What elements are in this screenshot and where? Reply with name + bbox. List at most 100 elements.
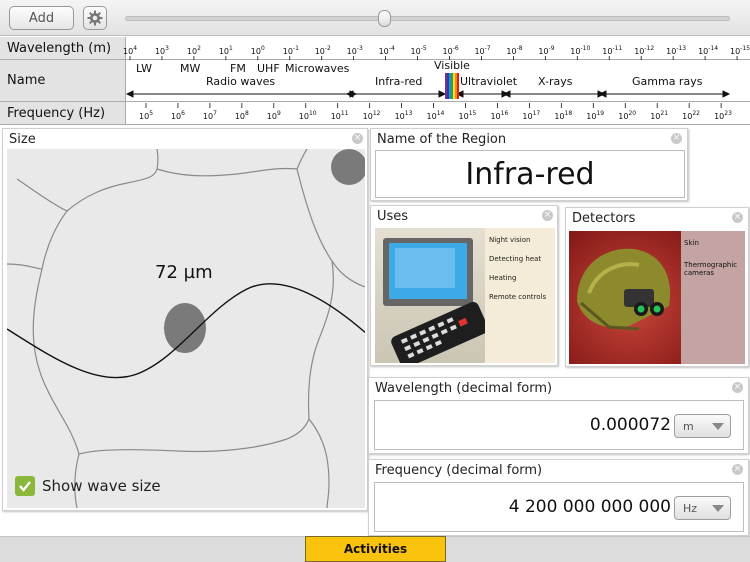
wavelength-unit-select[interactable]: m <box>674 414 731 438</box>
frequency-tick-label: 1021 <box>650 110 668 121</box>
cell-wave-illustration <box>7 149 365 508</box>
wavelength-tick-label: 10-13 <box>666 45 686 56</box>
frequency-tick-label: 1017 <box>522 110 540 121</box>
close-wavelength-panel-icon[interactable]: × <box>732 382 743 393</box>
night-vision-helmet-illustration <box>577 248 671 331</box>
region-radio-waves: Radio waves <box>206 75 275 88</box>
tv-remote-illustration <box>383 238 489 363</box>
visible-color-band <box>455 73 457 99</box>
wavelength-value: 0.000072 <box>589 415 671 435</box>
frequency-unit-select[interactable]: Hz <box>674 496 731 520</box>
dropdown-arrow-icon <box>712 505 724 512</box>
visible-color-band <box>451 73 453 99</box>
size-readout: 72 µm <box>155 262 213 283</box>
wavelength-tick-label: 10-7 <box>474 45 490 56</box>
frequency-tick-label: 107 <box>203 110 217 121</box>
wavelength-tick-label: 10-9 <box>538 45 554 56</box>
detectors-list: Skin Thermographic cameras <box>681 231 745 364</box>
frequency-tick-label: 1023 <box>714 110 732 121</box>
close-uses-panel-icon[interactable]: × <box>542 210 553 221</box>
wavelength-tick-label: 10-15 <box>730 45 750 56</box>
frequency-tick-label: 1012 <box>363 110 381 121</box>
wavelength-ticks: 104 103 102 101 100 10-1 10-2 10-3 10-4 10-5 10-6 1… <box>123 45 750 60</box>
activities-tab[interactable]: Activities <box>305 536 446 562</box>
wavelength-tick-label: 100 <box>251 45 265 56</box>
cell-nucleus <box>164 303 206 353</box>
close-detectors-panel-icon[interactable]: × <box>732 212 743 223</box>
wavelength-unit-value: m <box>683 419 694 433</box>
visible-color-band <box>449 73 451 99</box>
sub-band-microwaves: Microwaves <box>285 62 350 75</box>
frequency-tick-label: 1019 <box>586 110 604 121</box>
show-wave-toggle[interactable]: Show wave size <box>15 476 161 496</box>
frequency-tick-label: 109 <box>267 110 281 121</box>
frequency-ticks: 105 106 107 108 109 1010 1011 1012 1013 1014 1015 1… <box>139 103 732 121</box>
add-button[interactable]: Add <box>9 6 74 30</box>
frequency-tick-label: 1014 <box>427 110 445 121</box>
close-frequency-panel-icon[interactable]: × <box>732 464 743 475</box>
sub-band-lw: LW <box>136 62 152 75</box>
cell-organelle <box>331 149 365 185</box>
sub-band-fm: FM <box>230 62 246 75</box>
detectors-item: Thermographic cameras <box>684 261 738 277</box>
visible-color-band <box>447 73 449 99</box>
region-x-rays: X-rays <box>538 75 573 88</box>
region-gamma-rays: Gamma rays <box>632 75 703 88</box>
uses-item: Night vision <box>489 236 531 244</box>
frequency-tick-label: 106 <box>171 110 185 121</box>
frequency-tick-label: 105 <box>139 110 153 121</box>
detectors-image: Skin Thermographic cameras <box>569 231 745 364</box>
uses-image: Night vision Detecting heat Heating Remo… <box>375 228 555 363</box>
close-size-panel-icon[interactable]: × <box>352 133 363 144</box>
name-panel-title: Name of the Region <box>377 132 507 147</box>
wavelength-tick-label: 10-3 <box>347 45 363 56</box>
detectors-item: Skin <box>684 239 699 247</box>
wavelength-tick-label: 10-2 <box>315 45 331 56</box>
visible-color-band <box>457 73 459 99</box>
frequency-value-box: 4 200 000 000 000 Hz <box>374 482 744 532</box>
frequency-tick-label: 1018 <box>554 110 572 121</box>
wavelength-tick-label: 10-1 <box>283 45 299 56</box>
detectors-panel: Detectors × Skin Thermographic cameras <box>565 207 749 367</box>
frequency-value: 4 200 000 000 000 <box>508 497 671 517</box>
settings-button[interactable] <box>83 6 107 30</box>
wavelength-value-box: 0.000072 m <box>374 400 744 450</box>
wavelength-tick-label: 10-10 <box>570 45 590 56</box>
wavelength-tick-label: 103 <box>155 45 169 56</box>
show-wave-checkbox[interactable] <box>15 476 35 496</box>
frequency-tick-label: 1013 <box>395 110 413 121</box>
uses-item: Remote controls <box>489 293 547 301</box>
region-infra-red: Infra-red <box>375 75 422 88</box>
frequency-tick-label: 1022 <box>682 110 700 121</box>
wavelength-tick-label: 10-4 <box>379 45 395 56</box>
dropdown-arrow-icon <box>712 423 724 430</box>
size-visualization <box>7 149 365 508</box>
close-name-panel-icon[interactable]: × <box>671 133 682 144</box>
visible-color-band <box>453 73 455 99</box>
size-panel: Size × <box>2 128 368 511</box>
wavelength-tick-label: 10-14 <box>698 45 718 56</box>
wavelength-tick-label: 10-11 <box>602 45 622 56</box>
wavelength-tick-label: 10-6 <box>443 45 459 56</box>
uses-panel: Uses × Night vision Detecting heat Heati… <box>370 205 558 366</box>
toolbar: Add <box>0 0 750 36</box>
size-panel-title: Size <box>9 132 36 147</box>
frequency-decimal-panel: Frequency (decimal form) × 4 200 000 000… <box>368 459 749 536</box>
sub-band-mw: MW <box>180 62 200 75</box>
spectrum-scale[interactable]: 104 103 102 101 100 10-1 10-2 10-3 10-4 10-5 10-6 1… <box>0 37 750 125</box>
frequency-tick-label: 1011 <box>331 110 349 121</box>
frequency-tick-label: 1015 <box>459 110 477 121</box>
uses-panel-title: Uses <box>377 209 409 224</box>
uses-list: Night vision Detecting heat Heating Remo… <box>485 228 555 363</box>
zoom-slider-thumb[interactable] <box>378 10 391 27</box>
wavelength-tick-label: 102 <box>187 45 201 56</box>
wavelength-tick-label: 10-8 <box>506 45 522 56</box>
wavelength-tick-label: 104 <box>123 45 137 56</box>
frequency-tick-label: 108 <box>235 110 249 121</box>
region-ultraviolet: Ultraviolet <box>460 75 518 88</box>
region-visible: Visible <box>434 59 470 72</box>
checkmark-icon <box>19 481 31 492</box>
visible-color-band <box>445 73 447 99</box>
zoom-slider-track[interactable] <box>125 16 730 21</box>
region-arrows <box>125 90 731 98</box>
